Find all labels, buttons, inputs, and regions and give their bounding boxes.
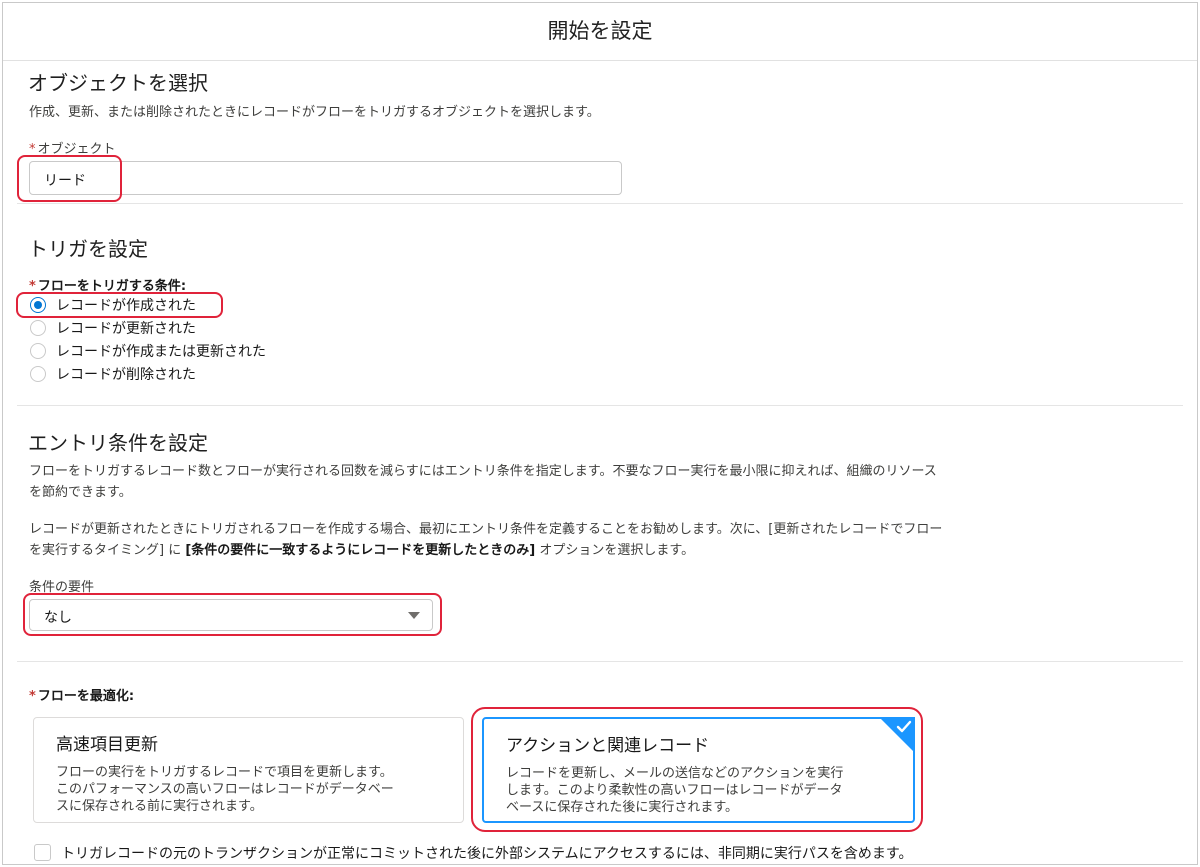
radio-label: レコードが削除された [56, 367, 196, 383]
trigger-condition-label: * フローをトリガする条件: [29, 279, 187, 294]
async-path-checkbox[interactable] [34, 844, 51, 861]
chevron-down-icon[interactable] [408, 612, 420, 619]
card-description: フローの実行をトリガするレコードで項目を更新します。 このパフォーマンスの高いフ… [56, 765, 394, 814]
radio-label: レコードが作成された [56, 298, 196, 314]
entry-description-1: フローをトリガするレコード数とフローが実行される回数を減らすにはエントリ条件を指… [29, 464, 937, 500]
async-path-label: トリガレコードの元のトランザクションが正常にコミットされた後に外部システムにアク… [61, 846, 913, 862]
radio-selected-icon[interactable] [30, 297, 46, 313]
required-marker: * [29, 279, 36, 294]
radio-record-created[interactable]: レコードが作成された [30, 295, 196, 315]
radio-label: レコードが作成または更新された [56, 344, 266, 360]
divider [17, 661, 1183, 662]
card-title: アクションと関連レコード [506, 736, 710, 756]
card-title: 高速項目更新 [56, 735, 158, 755]
radio-icon[interactable] [30, 320, 46, 336]
radio-label: レコードが更新された [56, 321, 196, 337]
card-actions-and-related-records[interactable]: アクションと関連レコード レコードを更新し、メールの送信などのアクションを実行 … [482, 717, 915, 823]
divider [17, 203, 1183, 204]
radio-record-created-or-updated[interactable]: レコードが作成または更新された [30, 341, 266, 361]
radio-icon[interactable] [30, 366, 46, 382]
modal-header: 開始を設定 [3, 3, 1197, 61]
entry-description-2: レコードが更新されたときにトリガされるフローを作成する場合、最初にエントリ条件を… [29, 522, 943, 558]
condition-requirement-select[interactable]: なし [29, 599, 433, 631]
trigger-section-title: トリガを設定 [28, 237, 148, 261]
condition-requirement-label: 条件の要件 [29, 580, 95, 595]
object-input[interactable]: リード [29, 161, 622, 195]
object-input-value: リード [44, 173, 86, 189]
required-marker: * [29, 142, 36, 157]
selected-corner [879, 717, 915, 753]
object-field-label: * オブジェクト [29, 142, 116, 157]
optimize-flow-label: * フローを最適化: [29, 689, 135, 704]
radio-record-updated[interactable]: レコードが更新された [30, 318, 196, 338]
radio-record-deleted[interactable]: レコードが削除された [30, 364, 196, 384]
card-description: レコードを更新し、メールの送信などのアクションを実行 します。このより柔軟性の高… [506, 766, 844, 815]
modal-frame: 開始を設定 オブジェクトを選択 作成、更新、または削除されたときにレコードがフロ… [2, 2, 1198, 865]
object-section-title: オブジェクトを選択 [28, 71, 208, 95]
card-fast-field-updates[interactable]: 高速項目更新 フローの実行をトリガするレコードで項目を更新します。 このパフォー… [33, 717, 464, 823]
divider [17, 405, 1183, 406]
page-title: 開始を設定 [547, 19, 653, 43]
select-value: なし [44, 610, 72, 626]
entry-section-title: エントリ条件を設定 [28, 431, 208, 455]
checkmark-icon [896, 720, 912, 733]
object-section-description: 作成、更新、または削除されたときにレコードがフローをトリガするオブジェクトを選択… [29, 105, 600, 120]
required-marker: * [29, 689, 36, 704]
radio-icon[interactable] [30, 343, 46, 359]
